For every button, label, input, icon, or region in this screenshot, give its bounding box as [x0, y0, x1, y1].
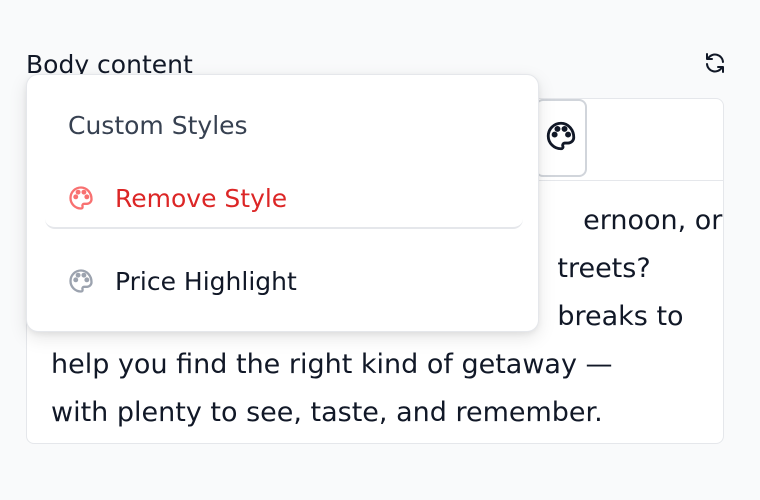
page: Body content ernoon, or treets? breaks t…	[0, 0, 760, 500]
menu-item-label: Price Highlight	[115, 266, 297, 296]
reset-button[interactable]	[700, 50, 730, 80]
menu-item-price-highlight[interactable]: Price Highlight	[45, 251, 523, 311]
content-line: help you find the right kind of getaway …	[51, 349, 613, 380]
palette-icon	[65, 265, 97, 297]
palette-icon	[544, 119, 578, 157]
refresh-icon	[703, 51, 727, 79]
custom-styles-popover: Custom Styles Remove Style Price Highlig…	[26, 74, 539, 332]
custom-styles-button[interactable]	[535, 99, 587, 177]
content-line: with plenty to see, taste, and remember.	[51, 397, 603, 428]
menu-item-remove-style[interactable]: Remove Style	[45, 169, 523, 229]
palette-icon	[65, 182, 97, 214]
menu-item-label: Remove Style	[115, 183, 288, 213]
popover-title: Custom Styles	[68, 111, 248, 140]
